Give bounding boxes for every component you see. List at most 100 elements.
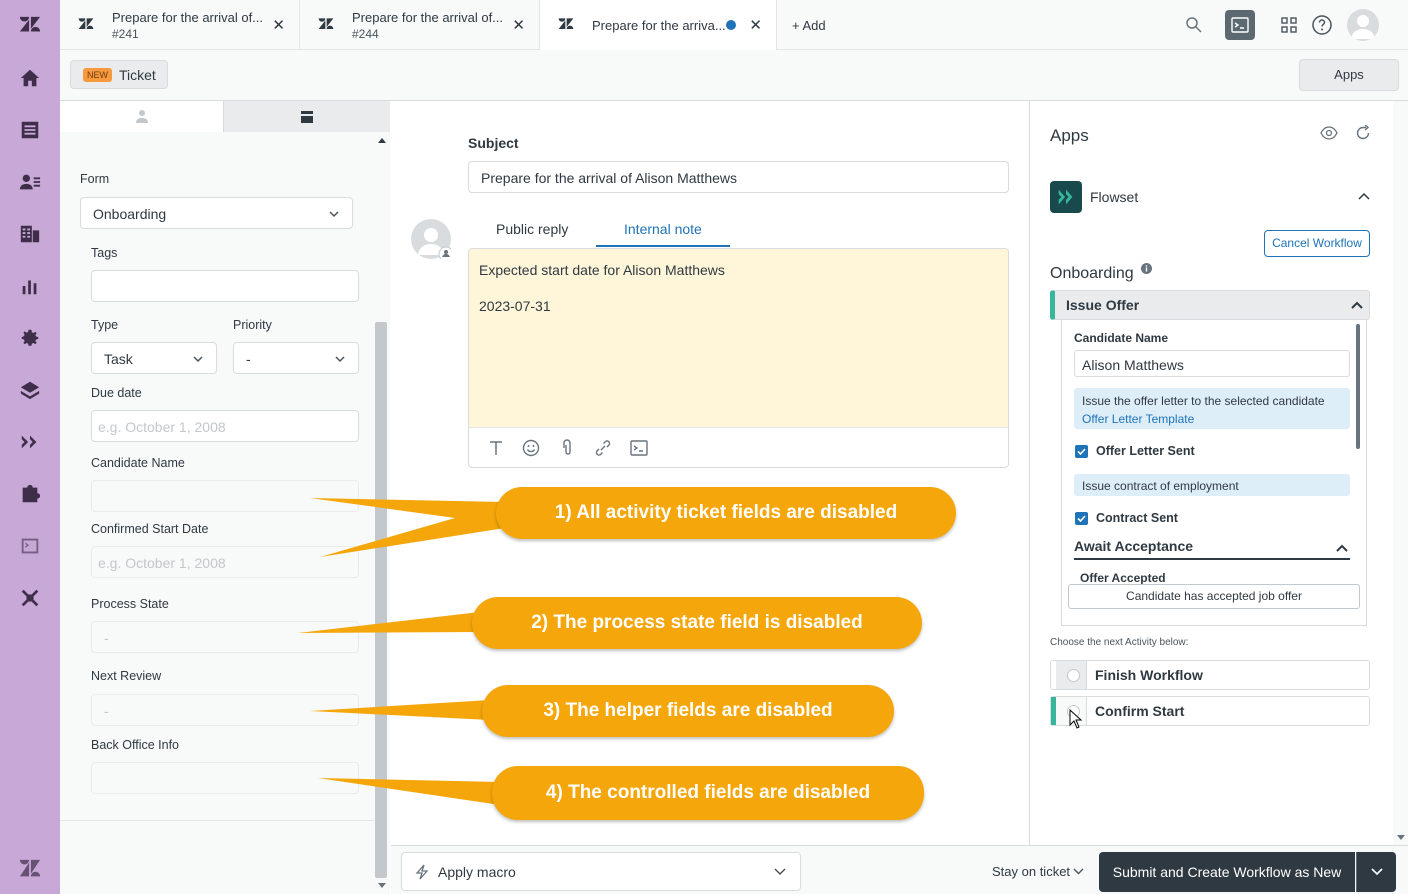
form-value: Onboarding [93, 206, 167, 222]
home-icon[interactable] [18, 66, 42, 90]
stay-on-ticket-select[interactable]: Stay on ticket [992, 864, 1070, 879]
flowset-nav-icon[interactable] [18, 430, 42, 454]
process-state-field: - [91, 621, 359, 653]
refresh-icon[interactable] [1355, 125, 1371, 141]
ticket-breadcrumb[interactable]: NEW Ticket [70, 60, 168, 89]
process-state-value: - [104, 630, 109, 646]
mouse-cursor-icon [1069, 709, 1083, 729]
candidate-accepted-button[interactable]: Candidate has accepted job offer [1068, 584, 1360, 609]
product-tray-icon[interactable] [1280, 16, 1298, 34]
ticket-tab-title: Prepare for the arriva... [592, 18, 726, 33]
priority-select[interactable]: - [233, 342, 359, 374]
customers-icon[interactable] [18, 170, 42, 194]
ticket-tab-logo-icon [78, 17, 94, 33]
requester-tab[interactable] [60, 101, 224, 132]
tab-public-reply[interactable]: Public reply [496, 221, 568, 237]
text-format-icon[interactable] [486, 438, 506, 458]
issue-offer-header[interactable]: Issue Offer [1050, 290, 1370, 320]
note-text-area[interactable]: Expected start date for Alison Matthews … [469, 249, 1008, 427]
flowset-logo-icon [1050, 181, 1082, 213]
finish-workflow-label: Finish Workflow [1095, 667, 1203, 683]
reporting-icon[interactable] [18, 274, 42, 298]
internal-note-editor[interactable]: Expected start date for Alison Matthews … [468, 248, 1009, 468]
chevron-down-icon[interactable] [1073, 868, 1084, 875]
subject-label: Subject [468, 135, 519, 151]
finish-workflow-option[interactable]: Finish Workflow [1050, 660, 1370, 690]
ticket-label: Ticket [119, 67, 156, 83]
close-tab-icon[interactable]: ✕ [749, 16, 762, 34]
card-scrollbar[interactable] [1356, 324, 1360, 449]
tags-input[interactable] [91, 270, 359, 302]
form-select[interactable]: Onboarding [80, 197, 353, 229]
due-date-input[interactable]: e.g. October 1, 2008 [91, 410, 359, 442]
offer-letter-template-link[interactable]: Offer Letter Template [1082, 412, 1194, 426]
candidate-name-input[interactable]: Alison Matthews [1074, 350, 1350, 377]
ticket-tab-number: #244 [352, 27, 379, 41]
puzzle-app-icon[interactable] [18, 482, 42, 506]
close-tab-icon[interactable]: ✕ [512, 16, 525, 34]
ticket-tab-bar: Prepare for the arrival of... #241 ✕ Pre… [60, 0, 1408, 51]
apps-scrollbar[interactable] [1393, 101, 1408, 845]
sell-icon[interactable] [18, 586, 42, 610]
zendesk-logo-icon[interactable] [18, 14, 42, 38]
chevron-up-icon [1336, 544, 1348, 552]
process-state-label: Process State [91, 597, 169, 611]
contract-sent-checkbox[interactable] [1075, 512, 1088, 525]
ticket-tab-244[interactable]: Prepare for the arrival of... #244 ✕ [300, 0, 540, 50]
emoji-icon[interactable] [521, 438, 541, 458]
cancel-workflow-button[interactable]: Cancel Workflow [1264, 230, 1370, 257]
terminal-editor-icon[interactable] [629, 438, 649, 458]
close-tab-icon[interactable]: ✕ [272, 16, 285, 34]
ticket-tab-new[interactable]: Prepare for the arriva... ✕ [540, 0, 777, 51]
chevron-down-icon [774, 868, 786, 876]
await-acceptance-header[interactable]: Await Acceptance [1074, 538, 1350, 560]
eye-icon[interactable] [1320, 126, 1338, 140]
scroll-up-icon [378, 138, 386, 143]
apps-toggle-button[interactable]: Apps [1299, 59, 1399, 91]
ticket-fields-tab[interactable] [224, 101, 390, 132]
subject-input[interactable]: Prepare for the arrival of Alison Matthe… [468, 161, 1009, 193]
link-icon[interactable] [593, 438, 613, 458]
attachment-icon[interactable] [557, 438, 577, 458]
tab-internal-note[interactable]: Internal note [596, 221, 730, 247]
zendesk-bottom-logo-icon[interactable] [18, 857, 42, 881]
layers-app-icon[interactable] [18, 378, 42, 402]
views-icon[interactable] [18, 118, 42, 142]
offer-sent-label: Offer Letter Sent [1096, 444, 1195, 458]
apply-macro-select[interactable]: Apply macro [401, 852, 801, 891]
confirmed-start-field: e.g. October 1, 2008 [91, 546, 359, 578]
user-avatar[interactable] [1347, 9, 1379, 41]
ticket-tab-title: Prepare for the arrival of... [112, 10, 264, 25]
terminal-nav-icon[interactable] [18, 534, 42, 558]
callout-text: 1) All activity ticket fields are disabl… [496, 487, 956, 539]
type-select[interactable]: Task [91, 342, 217, 374]
offer-sent-checkbox[interactable] [1075, 445, 1088, 458]
priority-label: Priority [233, 318, 272, 332]
terminal-icon[interactable] [1225, 10, 1255, 40]
organizations-icon[interactable] [18, 222, 42, 246]
ticket-header-bar: NEW Ticket Apps [60, 50, 1408, 101]
back-office-label: Back Office Info [91, 738, 180, 752]
agent-avatar [411, 219, 454, 262]
callout-text: 2) The process state field is disabled [472, 597, 922, 649]
info-icon[interactable] [1141, 263, 1152, 274]
confirm-start-option[interactable]: Confirm Start [1050, 696, 1370, 729]
chevron-down-icon [335, 356, 345, 363]
issue-offer-label: Issue Offer [1066, 297, 1140, 313]
candidate-name-value: Alison Matthews [1082, 357, 1184, 373]
submit-button[interactable]: Submit and Create Workflow as New [1099, 852, 1355, 892]
chevron-up-icon[interactable] [1358, 192, 1370, 200]
priority-value: - [246, 351, 251, 367]
submit-options-button[interactable] [1356, 852, 1396, 892]
admin-gear-icon[interactable] [18, 326, 42, 350]
add-tab-button[interactable]: + Add [792, 18, 826, 33]
properties-scroll-thumb[interactable] [375, 322, 387, 878]
help-icon[interactable] [1311, 14, 1333, 36]
apply-macro-label: Apply macro [438, 864, 516, 880]
subject-value: Prepare for the arrival of Alison Matthe… [481, 170, 738, 186]
finish-workflow-radio[interactable] [1067, 669, 1080, 682]
ticket-tab-241[interactable]: Prepare for the arrival of... #241 ✕ [60, 0, 300, 50]
search-icon[interactable] [1184, 15, 1204, 35]
contract-info-text: Issue contract of employment [1082, 479, 1239, 493]
workflow-title: Onboarding [1050, 265, 1134, 282]
